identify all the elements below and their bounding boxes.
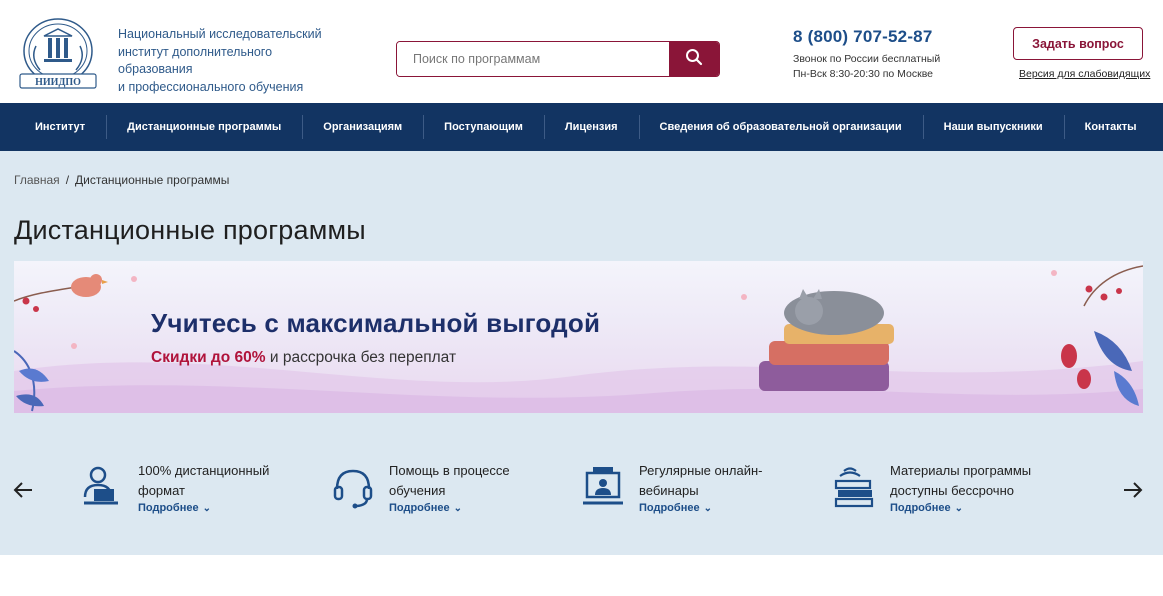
- feature-line-1: Помощь в процессе: [389, 463, 510, 478]
- phone-note: Звонок по России бесплатный Пн-Вск 8:30-…: [793, 52, 940, 82]
- nav-item-organizations[interactable]: Организациям: [302, 103, 423, 151]
- nav-item-organization-info[interactable]: Сведения об образовательной организации: [638, 103, 923, 151]
- chevron-down-icon: ⌄: [202, 503, 211, 514]
- institute-name: Национальный исследовательский институт …: [118, 26, 348, 96]
- more-link[interactable]: Подробнее ⌄: [389, 502, 462, 514]
- chevron-down-icon: ⌄: [453, 503, 462, 514]
- feature-item: Материалы программы доступны бессрочно По…: [834, 461, 1074, 521]
- nav-item-institute[interactable]: Институт: [14, 103, 106, 151]
- institute-name-line-3: и профессионального обучения: [118, 79, 304, 94]
- phone-note-free: Звонок по России бесплатный: [793, 53, 941, 65]
- installment-text: и рассрочка без переплат: [265, 349, 457, 366]
- phone-number[interactable]: 8 (800) 707-52-87: [793, 27, 933, 47]
- more-label: Подробнее: [639, 502, 700, 514]
- nav-item-license[interactable]: Лицензия: [543, 103, 639, 151]
- more-label: Подробнее: [389, 502, 450, 514]
- feature-text: Материалы программы доступны бессрочно: [890, 461, 1050, 500]
- logo-text: НИИДПО: [35, 77, 81, 88]
- search-input[interactable]: [397, 42, 669, 76]
- site-header: НИИДПО Национальный исследовательский ин…: [0, 0, 1163, 103]
- feature-item: Регулярные онлайн-вебинары Подробнее ⌄: [583, 461, 823, 521]
- institute-name-line-2: институт дополнительного образования: [118, 44, 273, 77]
- low-vision-version-link[interactable]: Версия для слабовидящих: [1019, 68, 1150, 80]
- main-navigation: Институт Дистанционные программы Организ…: [0, 103, 1163, 151]
- feature-item: 100% дистанционный формат Подробнее ⌄: [82, 461, 322, 521]
- institute-logo[interactable]: НИИДПО: [14, 16, 102, 90]
- features-carousel: 100% дистанционный формат Подробнее ⌄ Помо…: [0, 451, 1163, 531]
- books-stack-icon: [834, 465, 874, 509]
- page-title: Дистанционные программы: [14, 215, 366, 245]
- feature-line-2: доступны бессрочно: [890, 482, 1014, 498]
- search-bar: [396, 41, 720, 77]
- feature-text: Помощь в процессе обучения: [389, 461, 549, 500]
- feature-line-2: формат: [138, 482, 185, 498]
- headset-icon: [333, 465, 373, 509]
- chevron-down-icon: ⌄: [954, 503, 963, 514]
- feature-line-2: обучения: [389, 482, 446, 498]
- carousel-next-arrow-icon[interactable]: [1122, 479, 1144, 501]
- more-label: Подробнее: [138, 502, 199, 514]
- feature-line-1: Регулярные онлайн-: [639, 463, 763, 478]
- more-link[interactable]: Подробнее ⌄: [890, 502, 963, 514]
- books-illustration: [759, 361, 889, 391]
- nav-item-distance-programs[interactable]: Дистанционные программы: [106, 103, 302, 151]
- more-label: Подробнее: [890, 502, 951, 514]
- search-icon: [685, 48, 703, 71]
- search-button[interactable]: [669, 42, 719, 76]
- feature-text: 100% дистанционный формат: [138, 461, 298, 500]
- ask-question-button[interactable]: Задать вопрос: [1013, 27, 1143, 60]
- breadcrumb-current: Дистанционные программы: [75, 173, 230, 187]
- feature-text: Регулярные онлайн-вебинары: [639, 461, 799, 500]
- carousel-prev-arrow-icon[interactable]: [12, 479, 34, 501]
- feature-line-2: вебинары: [639, 482, 699, 498]
- phone-note-hours: Пн-Вск 8:30-20:30 по Москве: [793, 68, 934, 80]
- more-link[interactable]: Подробнее ⌄: [639, 502, 712, 514]
- banner-title: Учитесь с максимальной выгодой: [151, 308, 601, 338]
- institute-name-line-1: Национальный исследовательский: [118, 27, 322, 41]
- main-content: Главная / Дистанционные программы Дистанци…: [0, 151, 1163, 555]
- nav-item-applicants[interactable]: Поступающим: [423, 103, 544, 151]
- chevron-down-icon: ⌄: [703, 503, 712, 514]
- promo-banner[interactable]: Учитесь с максимальной выгодой Скидки до…: [14, 261, 1143, 413]
- banner-subtitle: Скидки до 60% и рассрочка без переплат: [151, 349, 456, 367]
- feature-item: Помощь в процессе обучения Подробнее ⌄: [333, 461, 573, 521]
- feature-line-1: 100% дистанционный: [138, 463, 270, 478]
- remote-learner-icon: [82, 465, 122, 509]
- webinar-icon: [583, 465, 623, 509]
- breadcrumb: Главная / Дистанционные программы: [14, 173, 229, 187]
- discount-text: Скидки до 60%: [151, 349, 266, 366]
- nav-item-contacts[interactable]: Контакты: [1063, 103, 1158, 151]
- feature-line-1: Материалы программы: [890, 463, 1032, 478]
- more-link[interactable]: Подробнее ⌄: [138, 502, 211, 514]
- breadcrumb-home[interactable]: Главная: [14, 173, 60, 187]
- nav-item-graduates[interactable]: Наши выпускники: [922, 103, 1064, 151]
- breadcrumb-separator: /: [65, 173, 70, 187]
